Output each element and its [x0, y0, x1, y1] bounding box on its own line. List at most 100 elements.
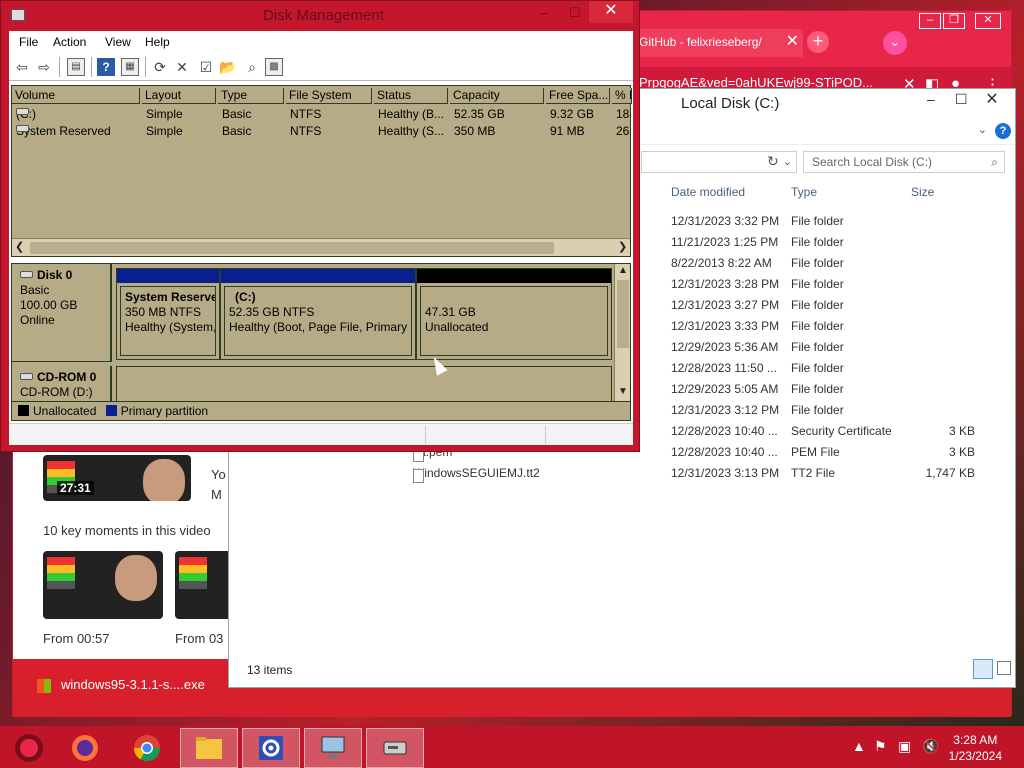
unallocated-swatch: [18, 405, 29, 416]
moment-thumbnail-1[interactable]: [43, 551, 163, 619]
volume-icon: [16, 125, 29, 132]
column-status[interactable]: Status: [374, 88, 448, 104]
checklist-icon[interactable]: ☑: [197, 58, 215, 76]
menu-view[interactable]: View: [105, 35, 131, 49]
taskbar-file-explorer[interactable]: [180, 728, 238, 768]
video-duration: 27:31: [57, 481, 94, 495]
moment-1-time[interactable]: From 00:57: [43, 631, 109, 646]
column-volume[interactable]: Volume: [12, 88, 140, 104]
volume-cell: (C:): [16, 107, 36, 121]
taskbar-chrome[interactable]: [118, 728, 176, 768]
column-layout[interactable]: Layout: [142, 88, 216, 104]
partition-status: Healthy (Boot, Page File, Primary P: [229, 320, 412, 334]
scrollbar-thumb[interactable]: [30, 242, 554, 254]
partition-c[interactable]: (C:) 52.35 GB NTFS Healthy (Boot, Page F…: [220, 268, 416, 360]
forward-icon[interactable]: ⇨: [35, 58, 53, 76]
moment-thumbnail-2[interactable]: [175, 551, 235, 619]
back-icon[interactable]: ⇦: [13, 58, 31, 76]
column-capacity[interactable]: Capacity: [450, 88, 544, 104]
chrome-tab[interactable]: GitHub - felixrieseberg/ ✕: [633, 29, 803, 57]
dropdown-icon[interactable]: ⌄: [783, 155, 792, 168]
primary-partition-bar: [221, 269, 415, 283]
maximize-button[interactable]: ☐: [955, 91, 968, 108]
close-button[interactable]: ✕: [977, 91, 1007, 111]
maximize-button[interactable]: ❐: [943, 13, 965, 29]
column-file-system[interactable]: File System: [286, 88, 372, 104]
video-thumbnail[interactable]: 27:31: [43, 455, 191, 501]
column-percent-free[interactable]: % F: [612, 88, 632, 104]
taskbar-settings[interactable]: [242, 728, 300, 768]
help-icon[interactable]: ?: [995, 123, 1011, 139]
cdrom-area[interactable]: [116, 366, 612, 402]
disk-0-label[interactable]: Disk 0 Basic 100.00 GB Online: [12, 264, 112, 362]
taskbar-clock[interactable]: 3:28 AM 1/23/2024: [949, 732, 1002, 764]
cdrom-0-label[interactable]: CD-ROM 0 CD-ROM (D:): [12, 366, 112, 406]
column-type[interactable]: Type: [218, 88, 284, 104]
large-icons-view-button[interactable]: [997, 661, 1011, 675]
scroll-up-icon[interactable]: ▲: [618, 265, 628, 276]
network-icon[interactable]: ▣: [898, 738, 911, 755]
volume-row[interactable]: (C:) Simple Basic NTFS Healthy (B... 52.35 GB…: [12, 106, 630, 123]
open-folder-icon[interactable]: 📂: [219, 58, 237, 76]
minimize-button[interactable]: –: [919, 13, 941, 29]
volume-muted-icon[interactable]: 🔇: [922, 738, 939, 755]
new-tab-button[interactable]: +: [807, 31, 829, 53]
moment-2-time[interactable]: From 03: [175, 631, 223, 646]
view-icon[interactable]: ▩: [265, 58, 283, 76]
show-hidden-icons[interactable]: ▲: [852, 738, 866, 754]
expand-ribbon-icon[interactable]: ⌄: [978, 123, 987, 136]
search-icon[interactable]: ⌕: [243, 58, 261, 76]
show-hide-console-tree-icon[interactable]: ▤: [67, 58, 85, 76]
menu-file[interactable]: File: [19, 35, 38, 49]
legend-unallocated: Unallocated: [33, 404, 97, 418]
download-name: windows95-3.1.1-s....exe: [61, 677, 205, 692]
delete-icon[interactable]: ✕: [173, 58, 191, 76]
search-input[interactable]: Search Local Disk (C:) ⌕: [803, 151, 1005, 173]
start-button[interactable]: [0, 728, 58, 768]
column-size[interactable]: Size: [911, 185, 934, 199]
scroll-down-icon[interactable]: ▼: [618, 386, 628, 397]
volume-row[interactable]: System Reserved Simple Basic NTFS Healthy (S…: [12, 123, 630, 140]
refresh-icon[interactable]: ↻: [767, 153, 779, 170]
partition-system-reserved[interactable]: System Reserve 350 MB NTFS Healthy (Syst…: [116, 268, 220, 360]
column-free-space[interactable]: Free Spa...: [546, 88, 610, 104]
partition-unallocated[interactable]: 47.31 GB Unallocated: [416, 268, 612, 360]
properties-icon[interactable]: ▦: [121, 58, 139, 76]
disk-management-titlebar: Disk Management – ☐ ✕: [1, 1, 639, 31]
menu-help[interactable]: Help: [145, 35, 170, 49]
scroll-right-icon[interactable]: ❯: [618, 240, 627, 253]
scroll-left-icon[interactable]: ❮: [15, 240, 24, 253]
menu-action[interactable]: Action: [53, 35, 86, 49]
column-type[interactable]: Type: [791, 185, 817, 199]
column-date-modified[interactable]: Date modified: [671, 185, 745, 199]
taskbar-computer-management[interactable]: [304, 728, 362, 768]
close-tab-icon[interactable]: ✕: [786, 29, 799, 55]
taskbar-firefox[interactable]: [56, 728, 114, 768]
help-icon[interactable]: ?: [97, 58, 115, 76]
tab-search-button[interactable]: ⌄: [883, 31, 907, 55]
close-button[interactable]: ✕: [975, 13, 1001, 29]
start-orb-icon: [15, 734, 43, 762]
details-view-button[interactable]: [973, 659, 993, 679]
file-date-text: 8/22/2013 8:22 AM: [671, 256, 772, 270]
volume-cell: Basic: [222, 124, 251, 138]
vertical-scrollbar[interactable]: ▲ ▼: [614, 264, 630, 420]
maximize-button[interactable]: ☐: [569, 5, 581, 21]
action-center-flag-icon[interactable]: ⚑: [874, 738, 887, 755]
file-cell-type: TT2 File: [791, 466, 835, 480]
minimize-button[interactable]: –: [927, 91, 935, 107]
horizontal-scrollbar[interactable]: ❮ ❯: [12, 238, 630, 256]
refresh-icon[interactable]: ⟳: [151, 58, 169, 76]
volume-cell: 350 MB: [454, 124, 495, 138]
minimize-button[interactable]: –: [541, 5, 548, 20]
file-date-text: 12/31/2023 3:12 PM: [671, 403, 780, 417]
scrollbar-thumb[interactable]: [617, 280, 629, 348]
file-row[interactable]: WindowsSEGUIEMJ.tt2 12/31/2023 3:13 PM TT2…: [229, 463, 1015, 484]
download-item-1[interactable]: windows95-3.1.1-s....exe: [37, 677, 205, 693]
disk-management-client: File Action View Help ⇦ ⇨ ▤ ? ▦ ⟳ ✕ ☑ 📂 …: [9, 31, 633, 445]
taskbar-disk-management[interactable]: [366, 728, 424, 768]
file-cell-date: 12/28/2023 11:50 ...: [671, 361, 777, 375]
file-date-text: 12/29/2023 5:36 AM: [671, 340, 779, 354]
close-button[interactable]: ✕: [589, 1, 633, 23]
file-cell-date: 12/28/2023 10:40 ...: [671, 445, 778, 459]
